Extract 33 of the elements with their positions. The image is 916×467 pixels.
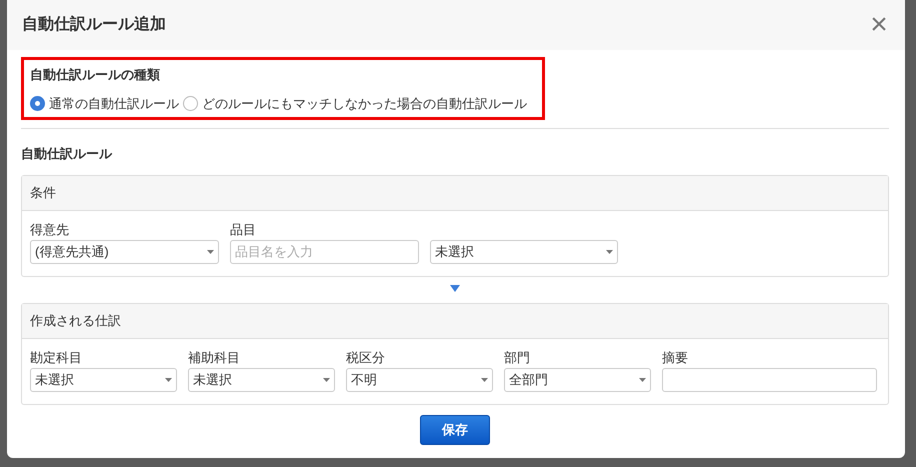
dropdown[interactable]: (得意先共通) bbox=[30, 240, 219, 264]
caret-icon bbox=[207, 250, 214, 254]
field-label: 税区分 bbox=[346, 348, 386, 366]
down-arrow-icon bbox=[450, 284, 460, 292]
caret-icon bbox=[639, 378, 646, 382]
field-label: 摘要 bbox=[662, 348, 689, 366]
caret-icon bbox=[323, 378, 330, 382]
caret-icon bbox=[481, 378, 488, 382]
caret-icon bbox=[165, 378, 172, 382]
input-field[interactable] bbox=[662, 368, 877, 392]
radio-button[interactable] bbox=[183, 96, 198, 111]
field-label: 品目 bbox=[230, 220, 257, 238]
dropdown[interactable]: 未選択 bbox=[188, 368, 335, 392]
dropdown[interactable]: 未選択 bbox=[30, 368, 177, 392]
dropdown[interactable]: 不明 bbox=[346, 368, 493, 392]
dropdown[interactable]: 未選択 bbox=[430, 240, 618, 264]
radio-button[interactable] bbox=[30, 96, 45, 111]
close-button[interactable]: × bbox=[867, 11, 891, 39]
dropdown[interactable]: 全部門 bbox=[504, 368, 651, 392]
field-label: 補助科目 bbox=[188, 348, 241, 366]
radio-label[interactable]: どのルールにもマッチしなかった場合の自動仕訳ルール bbox=[202, 94, 527, 113]
field-label: 自動仕訳ルールの種類 bbox=[30, 66, 161, 84]
save-button[interactable]: 保存 bbox=[420, 414, 490, 444]
caret-icon bbox=[606, 250, 613, 254]
radio-label[interactable]: 通常の自動仕訳ルール bbox=[49, 94, 179, 113]
field-label: 部門 bbox=[504, 348, 531, 366]
input-field[interactable]: 品目名を入力 bbox=[230, 240, 419, 264]
panel-title: 条件 bbox=[30, 184, 56, 202]
panel-title: 作成される仕訳 bbox=[30, 312, 121, 330]
field-label: 勘定科目 bbox=[30, 348, 83, 366]
dialog-title: 自動仕訳ルール追加 bbox=[22, 14, 166, 35]
field-label: 得意先 bbox=[30, 220, 70, 238]
section-title: 自動仕訳ルール bbox=[21, 145, 114, 163]
